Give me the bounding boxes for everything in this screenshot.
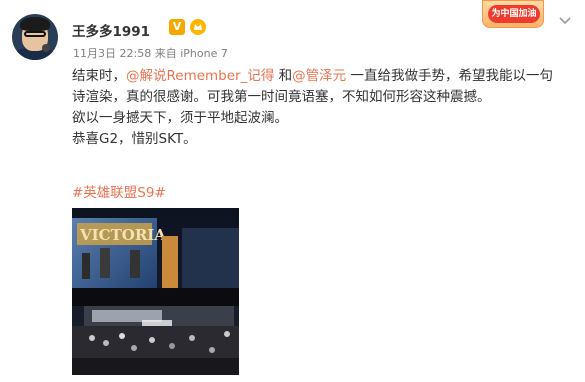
victory-banner-text: VICTORIA [79, 226, 166, 244]
arena-photo: VICTORIA [72, 208, 239, 375]
chevron-down-icon [559, 17, 571, 25]
weibo-post: 王多多1991 V 11月3日 22:58 来自 iPhone 7 为中国加油 … [0, 0, 585, 382]
avatar[interactable] [12, 14, 58, 60]
post-line-2: 诗渲染，真的很感谢。可我第一时间竟语塞，不知如何形容这种震撼。 [72, 89, 491, 105]
more-menu-chevron-icon[interactable] [557, 14, 573, 28]
source-prefix: 来自 [154, 47, 177, 60]
avatar-glasses [24, 31, 46, 37]
avatar-hair [20, 17, 50, 31]
post-line-1: 结束时，@解说Remember_记得 和@管泽元 一直给我做手势，希望我能以一句 [72, 66, 572, 87]
post-text: 结束时，@解说Remember_记得 和@管泽元 一直给我做手势，希望我能以一句… [72, 66, 572, 150]
hashtag-link[interactable]: #英雄联盟S9# [72, 181, 166, 201]
member-badge-icon[interactable] [189, 18, 207, 36]
topic-chip-label: 为中国加油 [488, 5, 540, 23]
post-line-4: 恭喜G2，惜别SKT。 [72, 131, 197, 147]
verified-badge-icon[interactable]: V [169, 19, 185, 35]
text-segment: 结束时， [72, 68, 126, 84]
username[interactable]: 王多多1991 [72, 20, 150, 40]
text-segment: 和 [274, 68, 293, 84]
topic-chip[interactable]: 为中国加油 [482, 0, 544, 28]
post-date[interactable]: 11月3日 22:58 [73, 47, 151, 60]
mention-link[interactable]: @管泽元 [292, 68, 346, 84]
avatar-microphone [42, 44, 50, 52]
mention-link[interactable]: @解说Remember_记得 [126, 68, 274, 84]
text-segment: 一直给我做手势，希望我能以一句 [346, 68, 553, 84]
post-meta: 11月3日 22:58 来自 iPhone 7 [73, 45, 228, 61]
post-photo[interactable]: VICTORIA [72, 208, 239, 375]
post-line-3: 欲以一身撼天下，须于平地起波澜。 [72, 110, 288, 126]
post-source[interactable]: iPhone 7 [180, 47, 228, 60]
